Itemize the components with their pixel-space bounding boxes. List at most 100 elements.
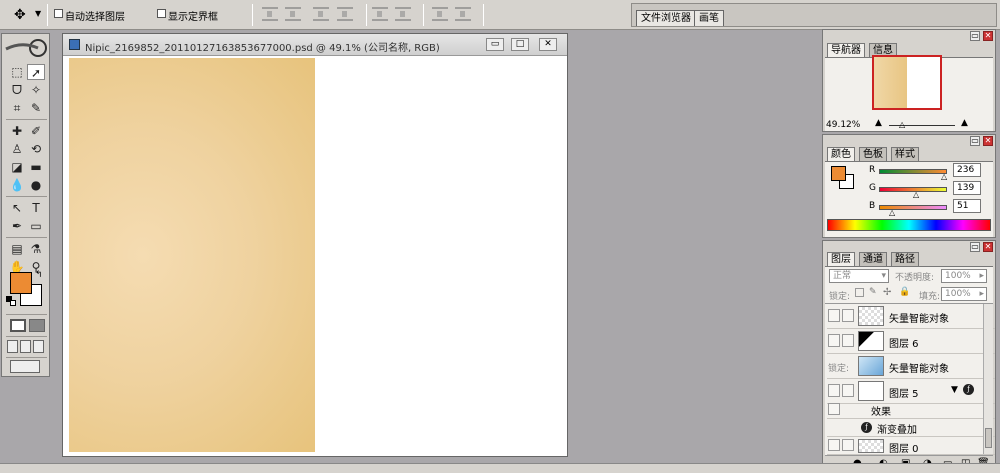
screen-mode-standard-icon[interactable]: [7, 340, 18, 353]
crop-tool-icon[interactable]: ⌗: [8, 100, 26, 116]
screen-mode-full-menu-icon[interactable]: [20, 340, 31, 353]
blue-slider-handle[interactable]: △: [889, 209, 895, 217]
link-toggle[interactable]: [842, 439, 854, 451]
distribute-right-icon[interactable]: [455, 7, 471, 21]
tab-styles[interactable]: 样式: [891, 147, 919, 161]
magic-wand-tool-icon[interactable]: ✧: [27, 82, 45, 98]
visibility-toggle[interactable]: [828, 439, 840, 451]
healing-brush-tool-icon[interactable]: ✚: [8, 123, 26, 139]
eraser-tool-icon[interactable]: ◪: [8, 159, 26, 175]
marquee-tool-icon[interactable]: ⬚: [8, 64, 26, 80]
lock-transparency-icon[interactable]: [855, 288, 864, 297]
photoshop-feather-icon[interactable]: [4, 37, 48, 57]
zoom-slider-handle[interactable]: △: [899, 120, 905, 129]
visibility-toggle[interactable]: [828, 334, 840, 347]
align-bottom-icon[interactable]: [313, 7, 329, 21]
lock-all-icon[interactable]: 🔒: [899, 287, 910, 297]
tab-channels[interactable]: 通道: [859, 252, 887, 266]
quick-mask-mode-icon[interactable]: [29, 319, 45, 332]
visibility-toggle[interactable]: [828, 384, 840, 397]
pen-tool-icon[interactable]: ✒: [8, 218, 26, 234]
tab-color[interactable]: 颜色: [827, 147, 855, 161]
effects-visibility-toggle[interactable]: [828, 403, 840, 415]
auto-select-layer-checkbox[interactable]: [54, 9, 63, 18]
layer-row[interactable]: 锁定: 矢量智能对象: [827, 354, 995, 379]
layer-row[interactable]: 图层 0: [827, 437, 995, 455]
align-top-icon[interactable]: [262, 7, 278, 21]
history-brush-tool-icon[interactable]: ⟲: [27, 141, 45, 157]
tab-navigator[interactable]: 导航器: [827, 43, 865, 57]
gradient-tool-icon[interactable]: ▬: [27, 159, 45, 175]
notes-tool-icon[interactable]: ▤: [8, 241, 26, 257]
close-button[interactable]: ✕: [539, 38, 557, 51]
path-selection-tool-icon[interactable]: ↖: [8, 200, 26, 216]
fill-field[interactable]: 100% ▸: [941, 287, 987, 301]
brush-tool-icon[interactable]: ✐: [27, 123, 45, 139]
panel-close-button[interactable]: ✕: [983, 242, 993, 252]
standard-mode-icon[interactable]: [10, 319, 26, 332]
layers-scrollbar-thumb[interactable]: [985, 428, 992, 448]
clone-stamp-tool-icon[interactable]: ♙: [8, 141, 26, 157]
red-value-field[interactable]: 236: [953, 163, 981, 177]
lasso-tool-icon[interactable]: ᗜ: [8, 82, 26, 98]
type-tool-icon[interactable]: T: [27, 200, 45, 216]
layer-row[interactable]: 矢量智能对象: [827, 304, 995, 329]
lock-paint-icon[interactable]: ✎: [869, 287, 877, 297]
visibility-toggle[interactable]: [828, 309, 840, 322]
red-slider-handle[interactable]: △: [941, 173, 947, 181]
jump-to-imageready-icon[interactable]: [10, 360, 40, 373]
show-bounding-box-checkbox[interactable]: [157, 9, 166, 18]
green-value-field[interactable]: 139: [953, 181, 981, 195]
eyedropper-tool-icon[interactable]: ⚗: [27, 241, 45, 257]
panel-minimize-button[interactable]: ▭: [970, 242, 980, 252]
tab-file-browser[interactable]: 文件浏览器: [636, 10, 696, 26]
move-tool-icon[interactable]: ➚: [27, 64, 45, 80]
maximize-button[interactable]: □: [511, 38, 529, 51]
blur-tool-icon[interactable]: 💧: [8, 177, 26, 193]
zoom-in-icon[interactable]: ▲: [961, 118, 968, 128]
color-panel-foreground-swatch[interactable]: [831, 166, 846, 181]
tab-swatches[interactable]: 色板: [859, 147, 887, 161]
link-toggle[interactable]: [842, 334, 854, 347]
distribute-top-icon[interactable]: [372, 7, 388, 21]
panel-minimize-button[interactable]: ▭: [970, 31, 980, 41]
dodge-tool-icon[interactable]: ●: [27, 177, 45, 193]
panel-minimize-button[interactable]: ▭: [970, 136, 980, 146]
screen-mode-full-icon[interactable]: [33, 340, 44, 353]
effects-expand-icon[interactable]: ▼: [951, 385, 958, 395]
distribute-vcenter-icon[interactable]: [395, 7, 411, 21]
green-slider-handle[interactable]: △: [913, 191, 919, 199]
color-spectrum-bar[interactable]: [827, 219, 991, 231]
blend-mode-select[interactable]: 正常 ▾: [829, 269, 889, 283]
tab-layers[interactable]: 图层: [827, 252, 855, 266]
effects-row[interactable]: 效果: [827, 401, 995, 419]
navigator-thumbnail[interactable]: [872, 55, 942, 110]
lock-position-icon[interactable]: ✢: [883, 287, 891, 298]
align-left-icon[interactable]: [337, 7, 353, 21]
panel-close-button[interactable]: ✕: [983, 136, 993, 146]
panel-close-button[interactable]: ✕: [983, 31, 993, 41]
tab-paths[interactable]: 路径: [891, 252, 919, 266]
link-toggle[interactable]: [842, 384, 854, 397]
red-slider-track[interactable]: [879, 169, 947, 174]
navigator-zoom-value[interactable]: 49.12%: [826, 120, 860, 130]
blue-value-field[interactable]: 51: [953, 199, 981, 213]
opacity-field[interactable]: 100% ▸: [941, 269, 987, 283]
layer-row[interactable]: 图层 6: [827, 329, 995, 354]
zoom-out-icon[interactable]: ▲: [875, 118, 882, 128]
align-vcenter-icon[interactable]: [285, 7, 301, 21]
swap-colors-icon[interactable]: ↰: [35, 270, 43, 280]
tab-brushes[interactable]: 画笔: [694, 10, 724, 26]
effect-item-row[interactable]: ƒ 渐变叠加: [827, 419, 995, 437]
foreground-color-swatch[interactable]: [10, 272, 32, 294]
canvas[interactable]: [69, 58, 563, 452]
document-title-bar[interactable]: Nipic_2169852_20110127163853677000.psd @…: [63, 34, 567, 56]
move-tool-preset-icon[interactable]: ✥: [14, 7, 26, 23]
preset-dropdown-arrow-icon[interactable]: ▼: [35, 9, 41, 18]
minimize-button[interactable]: ▭: [486, 38, 504, 51]
layers-scrollbar[interactable]: [983, 304, 993, 454]
shape-tool-icon[interactable]: ▭: [27, 218, 45, 234]
link-toggle[interactable]: [842, 309, 854, 322]
distribute-left-icon[interactable]: [432, 7, 448, 21]
slice-tool-icon[interactable]: ✎: [27, 100, 45, 116]
